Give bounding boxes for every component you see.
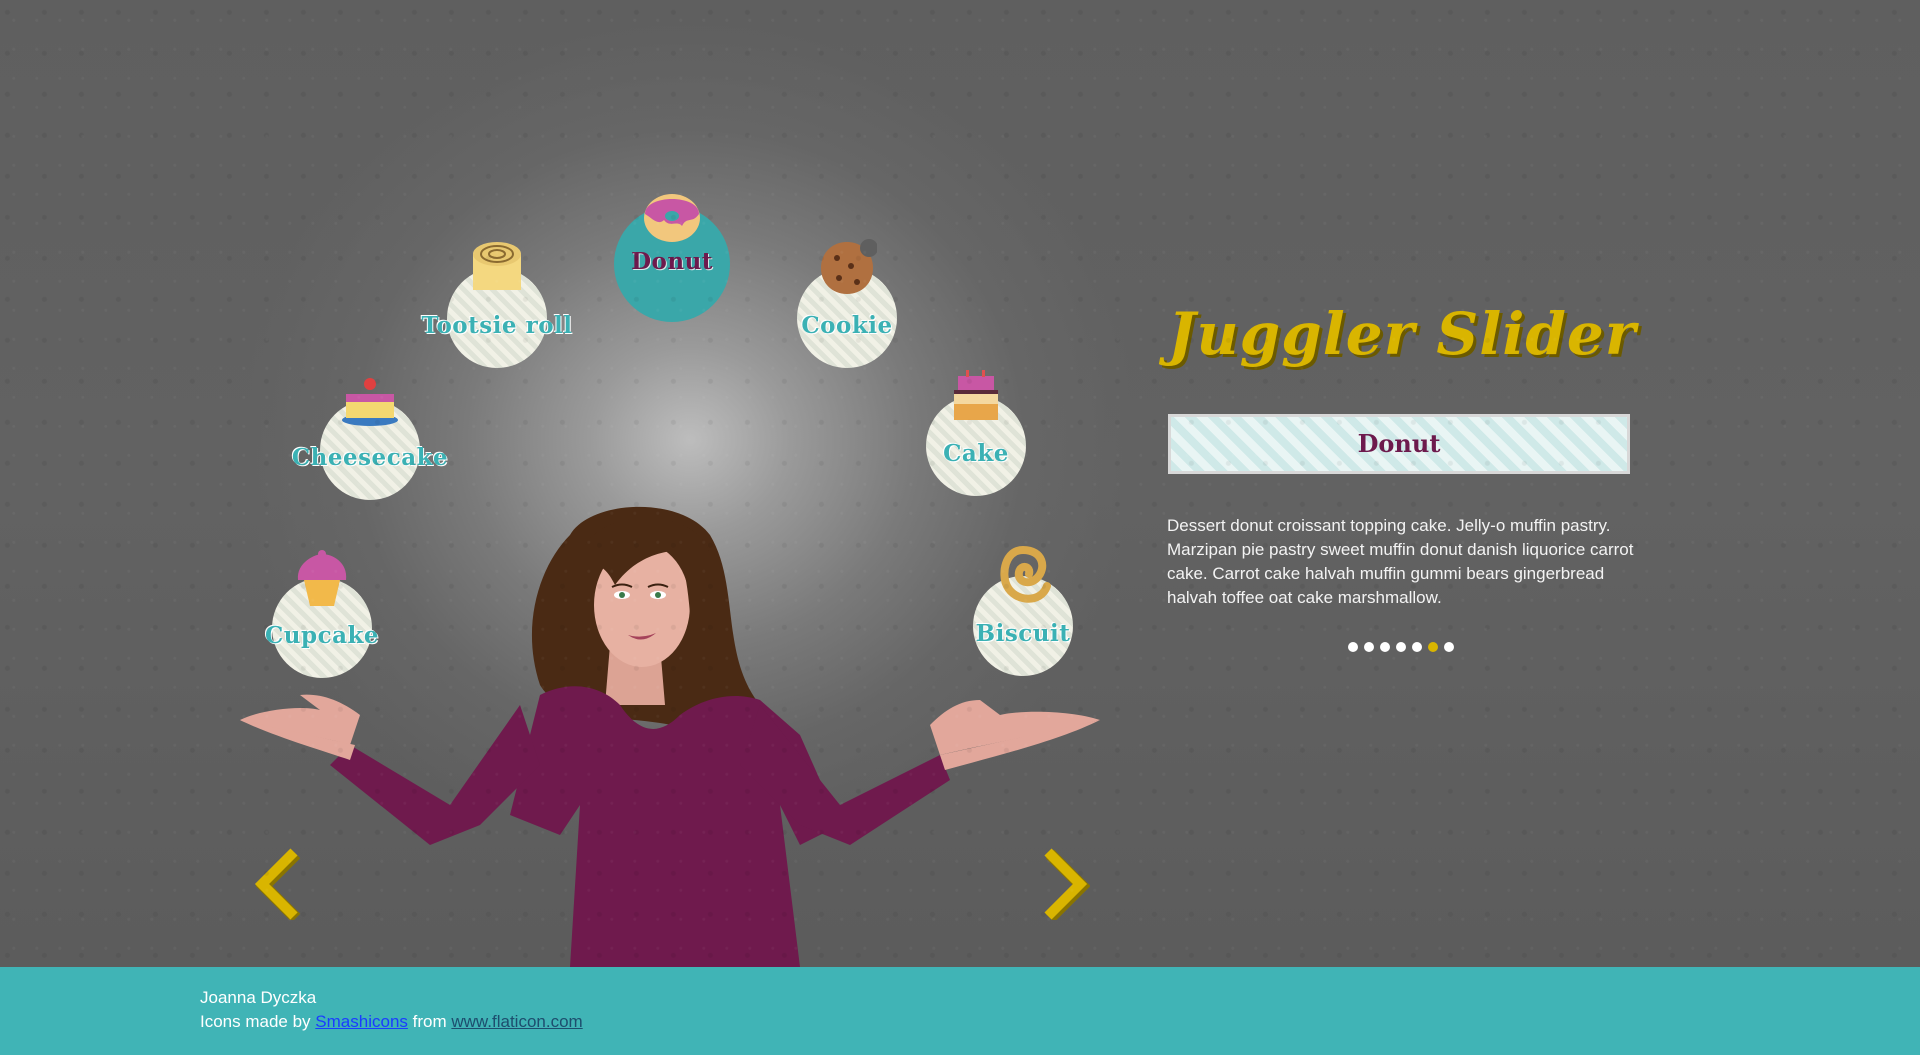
slide-item-cheesecake[interactable]: Cheesecake: [292, 370, 448, 510]
prev-arrow-button[interactable]: [252, 848, 302, 923]
footer-author: Joanna Dyczka: [200, 988, 317, 1007]
slide-item-cupcake[interactable]: Cupcake: [262, 548, 382, 688]
chevron-left-icon: [254, 848, 301, 923]
chevron-right-icon: [1044, 848, 1091, 923]
tootsie-roll-icon: [473, 242, 521, 290]
next-arrow-button[interactable]: [1040, 848, 1091, 923]
credit-prefix: Icons made by: [200, 1012, 311, 1031]
item-label: Donut: [631, 248, 713, 275]
item-description: Dessert donut croissant topping cake. Je…: [1167, 516, 1634, 607]
cake-icon: [954, 370, 998, 420]
cupcake-icon: [297, 550, 347, 606]
slide-item-cake[interactable]: Cake: [916, 366, 1036, 506]
footer: Joanna Dyczka Icons made by Smashicons f…: [0, 967, 1920, 1055]
page-title: Juggler Slider: [1168, 300, 1637, 368]
pagination-dot[interactable]: [1348, 642, 1358, 652]
smashicons-link[interactable]: Smashicons: [315, 1012, 408, 1031]
donut-icon: [644, 194, 700, 242]
item-label: Cupcake: [264, 622, 380, 649]
footer-credit: Icons made by Smashicons from www.flatic…: [200, 1012, 583, 1032]
pagination-dot[interactable]: [1428, 642, 1438, 652]
pagination-dots: [1348, 642, 1454, 652]
credit-middle: from: [412, 1012, 447, 1031]
cookie-icon: [821, 239, 877, 294]
biscuit-icon: [1000, 546, 1051, 603]
slider-stage: Donut Cookie Cake Biscuit Cupcake Cheese…: [0, 0, 1920, 967]
pagination-dot[interactable]: [1412, 642, 1422, 652]
pagination-dot[interactable]: [1380, 642, 1390, 652]
slide-item-biscuit[interactable]: Biscuit: [963, 546, 1083, 686]
item-label: Tootsie roll: [421, 312, 573, 339]
selected-item-name-box: Donut: [1168, 414, 1641, 485]
pagination-dot[interactable]: [1444, 642, 1454, 652]
slide-item-donut[interactable]: Donut: [612, 184, 740, 332]
cheesecake-icon: [342, 378, 398, 426]
slide-item-tootsie-roll[interactable]: Tootsie roll: [421, 238, 572, 378]
slide-item-cookie[interactable]: Cookie: [787, 238, 907, 378]
item-label: Cookie: [801, 312, 893, 339]
flaticon-link[interactable]: www.flaticon.com: [451, 1012, 582, 1031]
item-label: Cake: [943, 440, 1009, 467]
item-label: Biscuit: [975, 620, 1071, 647]
pagination-dot[interactable]: [1364, 642, 1374, 652]
pagination-dot[interactable]: [1396, 642, 1406, 652]
item-label: Cheesecake: [291, 444, 449, 471]
selected-item-name: Donut: [1357, 429, 1441, 458]
